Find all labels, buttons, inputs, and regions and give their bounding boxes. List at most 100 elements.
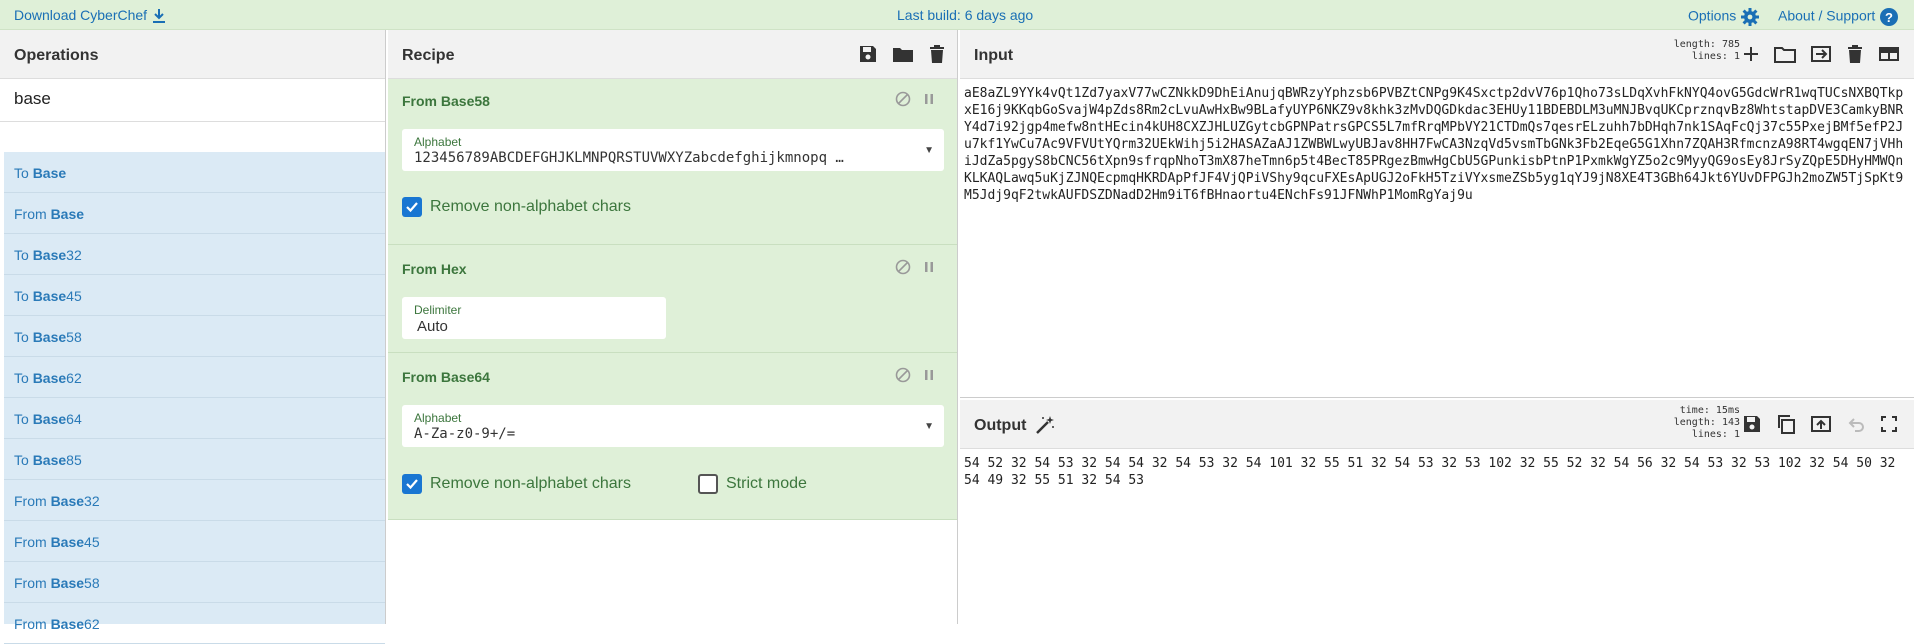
recipe-ingredients: From Base58 Alphabet 123456789ABCDEFGHJK… [388,79,957,520]
about-support-button[interactable]: About / Support ? [1778,7,1899,27]
step-title: From Base64 [402,369,490,385]
disable-icon[interactable] [895,367,911,383]
operation-suffix: 32 [66,247,82,263]
svg-text:?: ? [1885,10,1893,25]
operation-prefix: To [14,247,33,263]
pause-icon[interactable] [921,259,937,275]
operation-prefix: From [14,616,51,632]
output-header: Output time: 15ms length: 143 lines: 1 [960,400,1914,449]
operation-suffix: 58 [84,575,100,591]
maximize-icon[interactable] [1880,414,1898,434]
operation-match: Base [51,493,84,509]
layout-icon[interactable] [1878,44,1900,64]
operation-match: Base [33,165,66,181]
download-link[interactable]: Download CyberChef [14,7,167,24]
download-label: Download CyberChef [14,7,147,23]
operation-prefix: To [14,452,33,468]
operation-item[interactable]: To Base [4,152,385,193]
checkbox-checked-icon [402,197,422,217]
operation-suffix: 58 [66,329,82,345]
operation-prefix: To [14,329,33,345]
undo-icon [1846,414,1866,434]
input-stats: length: 785 lines: 1 [1640,39,1740,63]
chevron-down-icon: ▼ [924,421,934,432]
save-icon[interactable] [1742,414,1762,434]
recipe-header: Recipe [388,30,957,79]
remove-non-alphabet-checkbox[interactable]: Remove non-alphabet chars [402,197,631,217]
recipe-step-from-hex[interactable]: From Hex Delimiter Auto [388,245,957,353]
pause-icon[interactable] [921,91,937,107]
checkbox-label: Remove non-alphabet chars [430,475,631,493]
operations-panel: Operations base To BaseFrom BaseTo Base3… [0,30,386,624]
operation-item[interactable]: From Base [4,193,385,234]
alphabet-label: Alphabet [414,411,461,425]
operation-match: Base [51,616,84,632]
checkbox-unchecked-icon [698,474,718,494]
operation-match: Base [33,370,66,386]
operation-match: Base [51,575,84,591]
copy-icon[interactable] [1776,414,1796,434]
operation-suffix: 32 [84,493,100,509]
recipe-step-from-base64[interactable]: From Base64 Alphabet A-Za-z0-9+/= ▼ Remo… [388,353,957,520]
operation-match: Base [51,206,84,222]
folder-icon[interactable] [892,44,914,64]
operation-prefix: To [14,411,33,427]
remove-non-alphabet-checkbox[interactable]: Remove non-alphabet chars [402,474,631,494]
step-title: From Hex [402,261,467,277]
operations-list: To BaseFrom BaseTo Base32To Base45To Bas… [4,152,385,624]
operation-prefix: From [14,575,51,591]
trash-icon[interactable] [928,44,946,64]
options-button[interactable]: Options [1688,7,1760,27]
operation-suffix: 62 [84,616,100,632]
input-title: Input [974,47,1013,65]
alphabet-select[interactable]: Alphabet A-Za-z0-9+/= ▼ [402,405,944,447]
recipe-title: Recipe [402,47,454,65]
operation-item[interactable]: To Base58 [4,316,385,357]
save-icon[interactable] [858,44,878,64]
delimiter-field[interactable]: Delimiter Auto [402,297,666,339]
open-folder-icon[interactable] [1774,44,1796,64]
output-textarea[interactable]: 54 52 32 54 53 32 54 54 32 54 53 32 54 1… [960,449,1914,495]
about-label: About / Support [1778,8,1875,24]
input-lines-label: lines: [1692,51,1728,62]
open-file-icon[interactable] [1810,44,1832,64]
operation-item[interactable]: To Base32 [4,234,385,275]
recipe-toolbar [858,44,946,64]
output-time-label: time: [1680,405,1710,416]
operation-prefix: From [14,534,51,550]
operation-match: Base [33,452,66,468]
output-lines-label: lines: [1692,429,1728,440]
disable-icon[interactable] [895,91,911,107]
operation-item[interactable]: From Base32 [4,480,385,521]
input-pane: Input length: 785 lines: 1 aE8aZL9YYk4vQ… [960,30,1914,398]
recipe-step-from-base58[interactable]: From Base58 Alphabet 123456789ABCDEFGHJK… [388,79,957,245]
magic-wand-icon[interactable] [1034,414,1056,436]
operation-item[interactable]: To Base62 [4,357,385,398]
replace-input-icon[interactable] [1810,414,1832,434]
operation-item[interactable]: From Base45 [4,521,385,562]
add-tab-icon[interactable] [1742,44,1760,64]
operation-item[interactable]: To Base45 [4,275,385,316]
input-textarea[interactable]: aE8aZL9YYk4vQt1Zd7yaxV77wCZNkkD9DhEiAnuj… [960,79,1914,210]
input-lines-value: 1 [1734,51,1740,62]
operation-suffix: 45 [84,534,100,550]
operation-item[interactable]: From Base58 [4,562,385,603]
input-length-label: length: [1674,39,1716,50]
operation-item[interactable]: To Base64 [4,398,385,439]
output-length-value: 143 [1722,417,1740,428]
trash-icon[interactable] [1846,44,1864,64]
io-panel: Input length: 785 lines: 1 aE8aZL9YYk4vQ… [960,30,1914,624]
checkbox-checked-icon [402,474,422,494]
operation-item[interactable]: To Base85 [4,439,385,480]
delimiter-label: Delimiter [414,303,461,317]
operation-prefix: To [14,288,33,304]
strict-mode-checkbox[interactable]: Strict mode [698,474,807,494]
last-build-label[interactable]: Last build: 6 days ago [897,7,1033,23]
output-toolbar [1742,414,1898,434]
strict-mode-label: Strict mode [726,475,807,493]
alphabet-select[interactable]: Alphabet 123456789ABCDEFGHJKLMNPQRSTUVWX… [402,129,944,171]
disable-icon[interactable] [895,259,911,275]
pause-icon[interactable] [921,367,937,383]
operations-search-input[interactable]: base [0,79,385,122]
recipe-panel: Recipe From Base58 Alphabet 123456789ABC… [388,30,958,624]
